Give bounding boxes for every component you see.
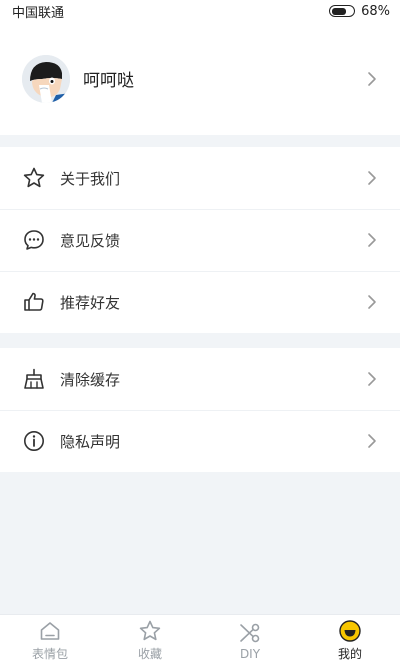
tab-mine[interactable]: 我的 <box>300 615 400 666</box>
info-icon <box>24 431 44 451</box>
thumbs-up-icon <box>24 292 44 311</box>
battery-icon <box>329 5 356 17</box>
menu-item-clear-cache[interactable]: 清除缓存 <box>0 348 400 410</box>
profile-name: 呵呵哒 <box>83 71 134 91</box>
menu-item-privacy[interactable]: 隐私声明 <box>0 410 400 472</box>
menu-group-2: 清除缓存 隐私声明 <box>0 348 400 472</box>
status-right: 68% <box>329 4 390 19</box>
avatar <box>22 54 70 103</box>
tab-label: 收藏 <box>137 647 162 661</box>
menu-item-label: 隐私声明 <box>60 432 121 451</box>
chevron-right-icon <box>368 372 376 386</box>
star-icon <box>139 620 161 641</box>
menu-item-recommend-friends[interactable]: 推荐好友 <box>0 271 400 333</box>
smiley-icon <box>339 620 361 642</box>
tab-emoji-packs[interactable]: 表情包 <box>0 615 100 666</box>
tab-label: 表情包 <box>31 647 68 661</box>
chevron-right-icon <box>368 295 376 309</box>
battery-percent: 68% <box>361 3 390 19</box>
status-bar: 中国联通 68% <box>0 0 400 22</box>
menu-item-label: 意见反馈 <box>60 231 121 250</box>
home-icon <box>40 622 60 640</box>
chat-bubble-icon <box>24 230 44 250</box>
profile-row[interactable]: 呵呵哒 <box>0 22 400 135</box>
tab-label: DIY <box>239 646 261 661</box>
carrier-label: 中国联通 <box>12 5 65 21</box>
tab-diy[interactable]: DIY <box>200 615 300 666</box>
tab-favorites[interactable]: 收藏 <box>100 615 200 666</box>
battery-fill <box>331 7 346 15</box>
menu-item-label: 推荐好友 <box>60 293 121 312</box>
menu-group-1: 关于我们 意见反馈 推荐好友 <box>0 147 400 333</box>
star-icon <box>23 167 45 188</box>
chevron-right-icon <box>368 71 376 86</box>
broom-icon <box>24 368 44 389</box>
scissors-icon <box>240 623 260 642</box>
menu-item-about-us[interactable]: 关于我们 <box>0 147 400 209</box>
bottom-tab-bar: 表情包 收藏 DIY 我的 <box>0 614 400 666</box>
cartoon-boy-avatar-icon <box>22 54 70 103</box>
menu-item-label: 关于我们 <box>60 169 121 188</box>
chevron-right-icon <box>368 171 376 185</box>
chevron-right-icon <box>368 233 376 247</box>
menu-item-label: 清除缓存 <box>60 370 121 389</box>
tab-label: 我的 <box>337 647 362 661</box>
menu-item-feedback[interactable]: 意见反馈 <box>0 209 400 271</box>
chevron-right-icon <box>368 434 376 448</box>
